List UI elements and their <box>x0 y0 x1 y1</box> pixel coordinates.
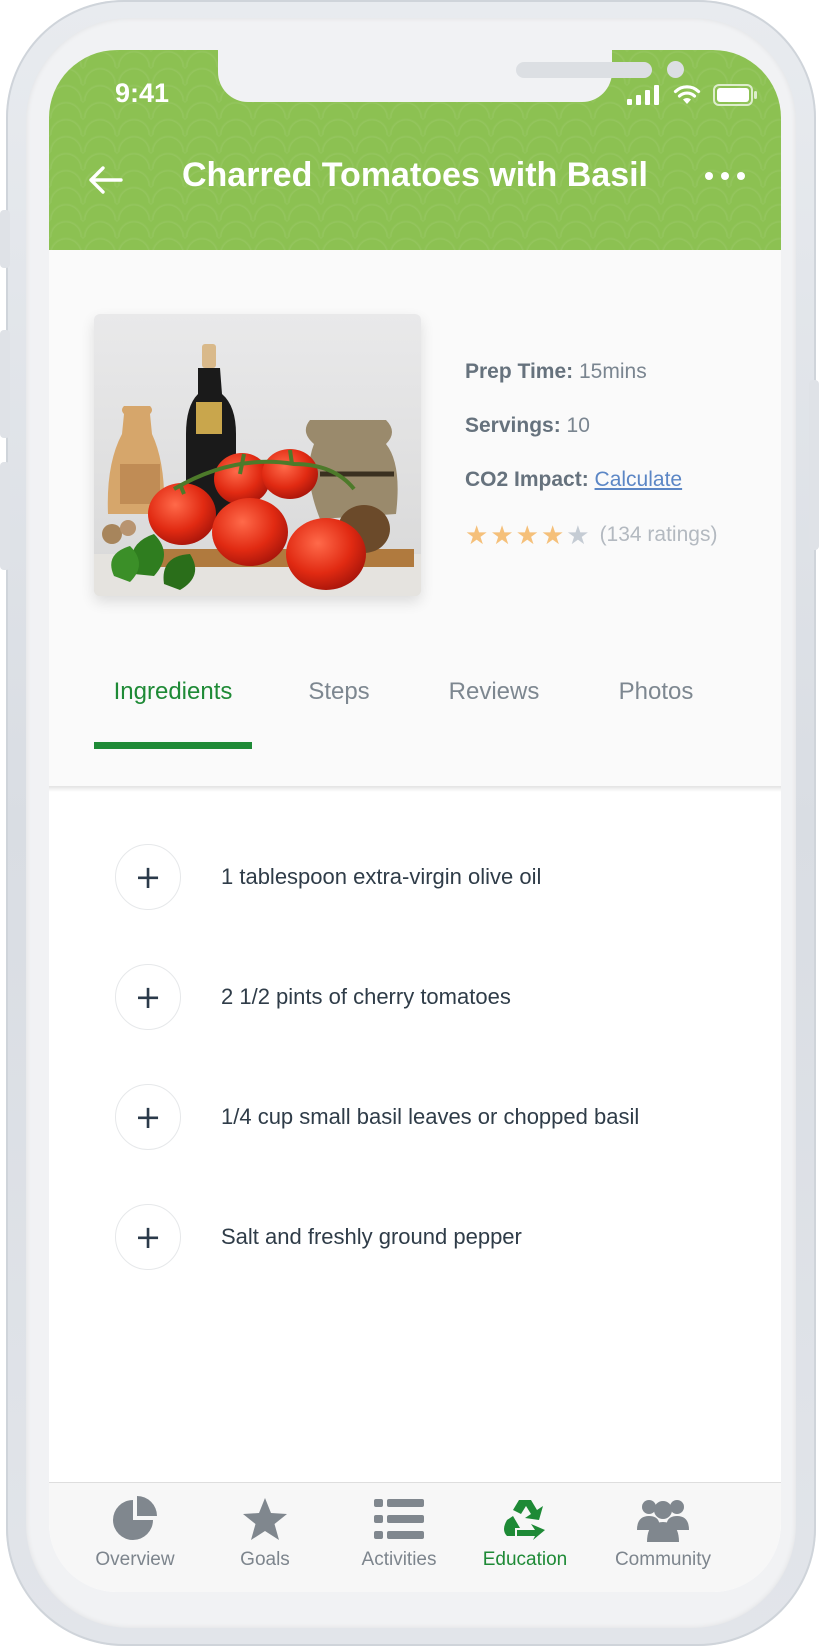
ratings-count: (134 ratings) <box>599 523 718 546</box>
ingredient-text: 1 tablespoon extra-virgin olive oil <box>221 864 542 889</box>
servings-label: Servings: <box>465 414 561 437</box>
app-header: 9:41 Charred Tomatoes with Basil <box>49 50 781 250</box>
tab-steps[interactable]: Steps <box>293 638 385 746</box>
servings-row: Servings: 10 <box>465 414 717 442</box>
star-filled-icon: ★ <box>490 520 514 550</box>
ingredient-item[interactable]: + 2 1/2 pints of cherry tomatoes <box>115 964 511 1030</box>
power-button <box>809 380 819 550</box>
plus-icon[interactable]: + <box>115 1204 181 1270</box>
tab-ingredients[interactable]: Ingredients <box>94 638 252 746</box>
battery-icon <box>713 84 757 106</box>
tabbar-item-community[interactable]: Community <box>593 1495 733 1571</box>
recycle-icon <box>504 1500 545 1540</box>
screen: 9:41 Charred Tomatoes with Basil Prep Ti… <box>49 50 781 1592</box>
star-icon <box>243 1498 287 1540</box>
tabs-divider <box>49 786 781 792</box>
tabbar-label: Community <box>614 1549 712 1570</box>
servings-value: 10 <box>566 414 590 437</box>
status-icons <box>627 84 757 106</box>
tabbar-label: Education <box>482 1549 568 1570</box>
recipe-tabs: Ingredients Steps Reviews Photos <box>49 638 781 758</box>
active-tab-indicator <box>94 742 252 749</box>
ingredient-text: 2 1/2 pints of cherry tomatoes <box>221 984 511 1009</box>
ingredient-text: Salt and freshly ground pepper <box>221 1224 522 1249</box>
star-filled-icon: ★ <box>540 520 565 550</box>
signal-icon <box>627 85 659 105</box>
tabbar-label: Goals <box>240 1549 290 1570</box>
list-icon <box>374 1499 424 1539</box>
tabbar-label: Activities <box>361 1549 437 1570</box>
tabbar-label: Overview <box>95 1549 175 1570</box>
recipe-meta: Prep Time: 15mins Servings: 10 CO2 Impac… <box>465 360 717 548</box>
plus-icon[interactable]: + <box>115 1084 181 1150</box>
speaker <box>516 62 652 78</box>
co2-row: CO2 Impact: Calculate <box>465 468 717 496</box>
people-icon <box>637 1500 689 1542</box>
rating-row: ★ ★ ★ ★ ★ (134 ratings) <box>465 522 717 548</box>
prep-time-row: Prep Time: 15mins <box>465 360 717 388</box>
ingredient-item[interactable]: + 1/4 cup small basil leaves or chopped … <box>115 1084 639 1150</box>
tabbar-item-overview[interactable]: Overview <box>65 1495 205 1571</box>
volume-down-button <box>0 462 10 570</box>
volume-up-button <box>0 330 10 438</box>
wifi-icon <box>673 85 701 104</box>
star-filled-icon: ★ <box>515 520 539 550</box>
notch <box>218 50 684 102</box>
co2-label: CO2 Impact: <box>465 468 589 491</box>
recipe-photo <box>94 314 421 596</box>
mute-switch <box>0 210 10 268</box>
more-button[interactable] <box>705 172 745 180</box>
tabbar-item-goals[interactable]: Goals <box>195 1495 335 1571</box>
recipe-info: Prep Time: 15mins Servings: 10 CO2 Impac… <box>49 250 781 788</box>
calculate-link[interactable]: Calculate <box>595 468 683 491</box>
plus-icon[interactable]: + <box>115 844 181 910</box>
tab-reviews[interactable]: Reviews <box>439 638 549 746</box>
prep-time-value: 15mins <box>579 360 647 383</box>
bottom-tab-bar: Overview Goals Activities Education Comm… <box>49 1482 781 1592</box>
page-title: Charred Tomatoes with Basil <box>181 156 649 194</box>
more-dots-icon <box>705 172 713 180</box>
ingredient-text: 1/4 cup small basil leaves or chopped ba… <box>221 1104 640 1129</box>
status-time: 9:41 <box>115 78 170 108</box>
star-empty-icon: ★ <box>566 520 590 550</box>
ingredient-item[interactable]: + 1 tablespoon extra-virgin olive oil <box>115 844 541 910</box>
tabbar-item-education[interactable]: Education <box>455 1495 595 1571</box>
front-camera <box>667 61 684 78</box>
tab-photos[interactable]: Photos <box>606 638 706 746</box>
plus-icon[interactable]: + <box>115 964 181 1030</box>
star-filled-icon: ★ <box>465 520 489 550</box>
pie-chart-icon <box>113 1496 157 1540</box>
star-rating: ★ ★ ★ ★ ★ <box>465 522 590 548</box>
tabbar-item-activities[interactable]: Activities <box>329 1495 469 1571</box>
prep-time-label: Prep Time: <box>465 360 574 383</box>
ingredient-item[interactable]: + Salt and freshly ground pepper <box>115 1204 522 1270</box>
